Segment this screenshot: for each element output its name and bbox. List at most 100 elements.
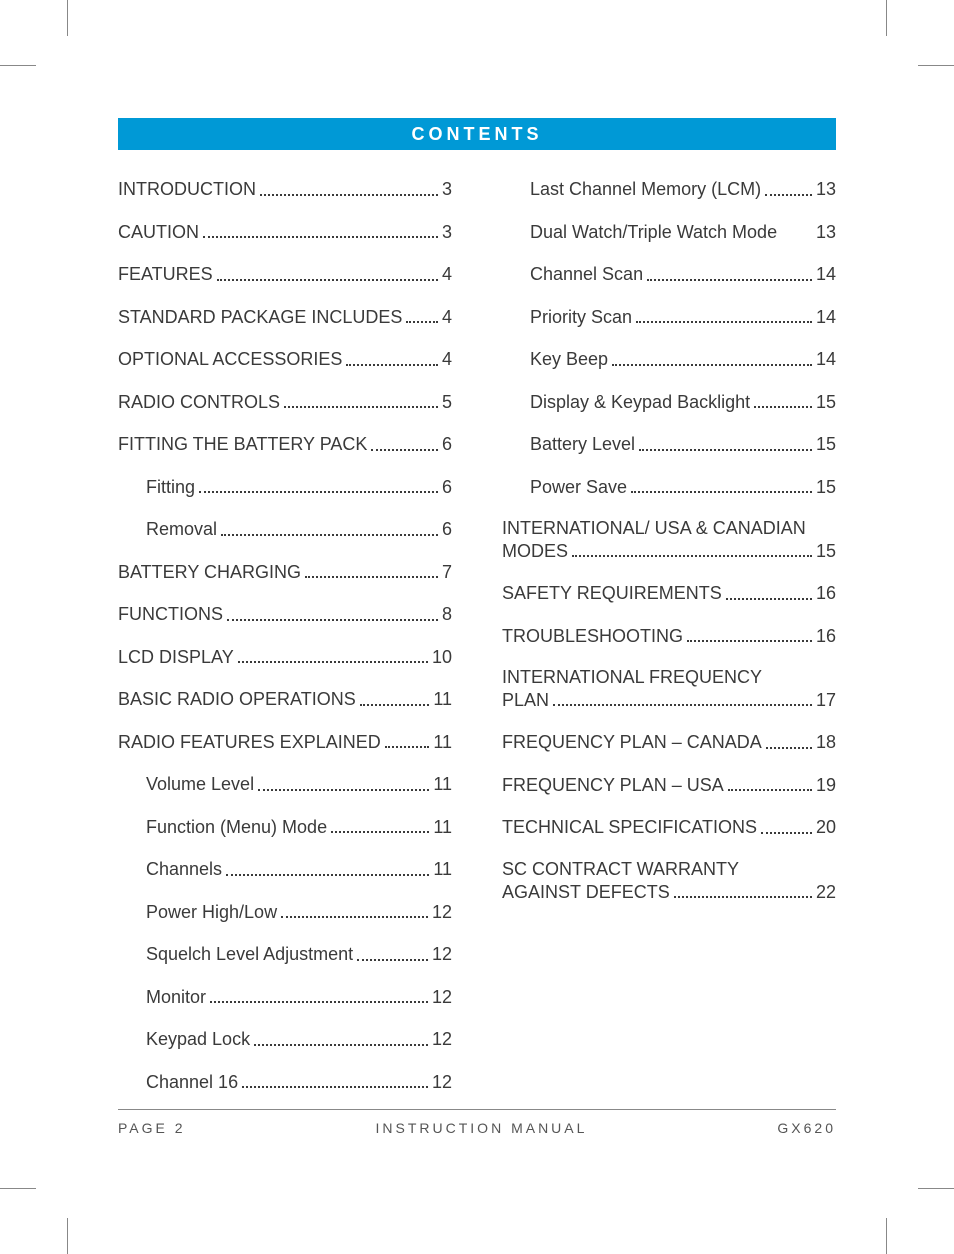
toc-entry-page: 17	[816, 690, 836, 711]
toc-entry: FEATURES4	[118, 263, 452, 286]
toc-entry: SAFETY REQUIREMENTS16	[502, 582, 836, 605]
toc-leader-dots	[553, 704, 812, 706]
toc-entry: STANDARD PACKAGE INCLUDES4	[118, 306, 452, 329]
toc-leader-dots	[254, 1044, 428, 1046]
toc-leader-dots	[765, 194, 812, 196]
toc-entry-page: 3	[442, 221, 452, 244]
toc-leader-dots	[331, 831, 429, 833]
toc-entry-page: 15	[816, 476, 836, 499]
toc-entry: Keypad Lock12	[118, 1028, 452, 1051]
toc-leader-dots	[242, 1086, 428, 1088]
toc-entry: TROUBLESHOOTING16	[502, 625, 836, 648]
toc-leader-dots	[761, 832, 812, 834]
toc-entry: RADIO CONTROLS5	[118, 391, 452, 414]
toc-entry: Power Save 15	[502, 476, 836, 499]
toc-entry-label: FITTING THE BATTERY PACK	[118, 433, 367, 456]
toc-entry-label: Power High/Low	[146, 901, 277, 924]
toc-leader-dots	[371, 449, 438, 451]
page-content: CONTENTS INTRODUCTION3CAUTION3FEATURES4S…	[118, 118, 836, 1113]
crop-mark	[67, 0, 68, 36]
toc-right-column: Last Channel Memory (LCM) 13 Dual Watch/Tr…	[502, 178, 836, 1113]
toc-leader-dots	[754, 406, 812, 408]
toc-leader-dots	[612, 364, 812, 366]
toc-entry: FITTING THE BATTERY PACK 6	[118, 433, 452, 456]
toc-entry-page: 3	[442, 178, 452, 201]
toc-entry: OPTIONAL ACCESSORIES4	[118, 348, 452, 371]
toc-entry: FREQUENCY PLAN – USA19	[502, 774, 836, 797]
toc-entry-page: 6	[442, 476, 452, 499]
crop-mark	[886, 0, 887, 36]
toc-leader-dots	[726, 598, 812, 600]
toc-leader-dots	[305, 576, 438, 578]
toc-leader-dots	[284, 406, 438, 408]
toc-entry-page: 15	[816, 541, 836, 562]
toc-entry-label: TECHNICAL SPECIFICATIONS	[502, 816, 757, 839]
toc-entry-label: Dual Watch/Triple Watch Mode	[530, 221, 777, 244]
toc-entry-label: Removal	[146, 518, 217, 541]
toc-entry-page: 13	[816, 221, 836, 244]
toc-entry-page: 6	[442, 433, 452, 456]
toc-entry-label: SAFETY REQUIREMENTS	[502, 582, 722, 605]
toc-entry-label: INTERNATIONAL/ USA & CANADIAN	[502, 518, 836, 539]
toc-entry: RADIO FEATURES EXPLAINED11	[118, 731, 452, 754]
toc-entry-line2: AGAINST DEFECTS22	[502, 882, 836, 903]
toc-entry: Battery Level 15	[502, 433, 836, 456]
toc-entry: FUNCTIONS 8	[118, 603, 452, 626]
toc-entry-label: FEATURES	[118, 263, 213, 286]
toc-entry: Fitting6	[118, 476, 452, 499]
toc-entry-label: Squelch Level Adjustment	[146, 943, 353, 966]
toc-leader-dots	[631, 491, 812, 493]
toc-entry-page: 4	[442, 306, 452, 329]
toc-entry-page: 6	[442, 518, 452, 541]
toc-entry-label: MODES	[502, 541, 568, 562]
toc-entry-page: 14	[816, 263, 836, 286]
toc-entry: Channels11	[118, 858, 452, 881]
toc-leader-dots	[360, 704, 430, 706]
toc-entry-label: Battery Level	[530, 433, 635, 456]
toc-entry-page: 15	[816, 391, 836, 414]
toc-entry: CAUTION 3	[118, 221, 452, 244]
toc-entry-label: CAUTION	[118, 221, 199, 244]
toc-entry-page: 15	[816, 433, 836, 456]
toc-entry-page: 14	[816, 348, 836, 371]
toc-entry-page: 7	[442, 561, 452, 584]
crop-mark	[67, 1218, 68, 1254]
toc-entry-label: Power Save	[530, 476, 627, 499]
toc-entry: TECHNICAL SPECIFICATIONS20	[502, 816, 836, 839]
toc-leader-dots	[674, 896, 812, 898]
toc-leader-dots	[766, 747, 812, 749]
toc-entry: SC CONTRACT WARRANTYAGAINST DEFECTS22	[502, 859, 836, 903]
toc-entry-label: INTRODUCTION	[118, 178, 256, 201]
footer-divider	[118, 1109, 836, 1110]
toc-entry: BASIC RADIO OPERATIONS11	[118, 688, 452, 711]
toc-entry-page: 16	[816, 625, 836, 648]
toc-entry-label: RADIO CONTROLS	[118, 391, 280, 414]
toc-entry-label: Last Channel Memory (LCM)	[530, 178, 761, 201]
toc-entry-page: 14	[816, 306, 836, 329]
toc-entry-label: FUNCTIONS	[118, 603, 223, 626]
toc-entry-page: 12	[432, 901, 452, 924]
toc-entry-label: Channels	[146, 858, 222, 881]
toc-entry-label: Monitor	[146, 986, 206, 1009]
toc-entry-label: PLAN	[502, 690, 549, 711]
crop-mark	[918, 65, 954, 66]
toc-leader-dots	[357, 959, 428, 961]
toc-entry-page: 8	[442, 603, 452, 626]
toc-entry-label: SC CONTRACT WARRANTY	[502, 859, 836, 880]
toc-leader-dots	[210, 1001, 428, 1003]
toc-entry: FREQUENCY PLAN – CANADA18	[502, 731, 836, 754]
toc-entry-page: 10	[432, 646, 452, 669]
toc-entry: BATTERY CHARGING7	[118, 561, 452, 584]
toc-leader-dots	[636, 321, 812, 323]
toc-entry: INTERNATIONAL FREQUENCYPLAN17	[502, 667, 836, 711]
toc-leader-dots	[217, 279, 438, 281]
footer-row: PAGE 2 INSTRUCTION MANUAL GX620	[118, 1120, 836, 1136]
toc-entry-line2: MODES 15	[502, 541, 836, 562]
toc-leader-dots	[258, 789, 429, 791]
toc-left-column: INTRODUCTION3CAUTION3FEATURES4STANDARD P…	[118, 178, 452, 1113]
toc-entry-page: 19	[816, 774, 836, 797]
toc-entry: Display & Keypad Backlight15	[502, 391, 836, 414]
toc-entry-page: 11	[433, 773, 452, 796]
toc-leader-dots	[226, 874, 429, 876]
crop-mark	[886, 1218, 887, 1254]
